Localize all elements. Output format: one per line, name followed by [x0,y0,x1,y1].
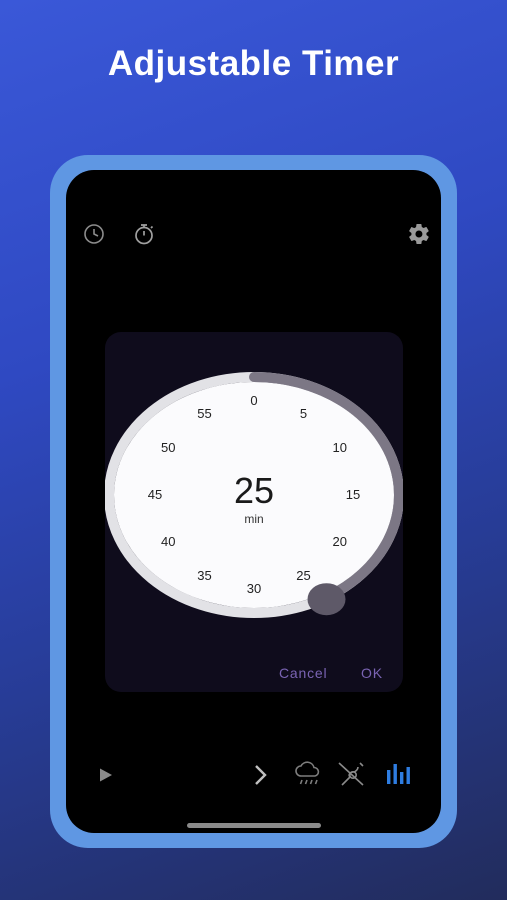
dial-tick-45: 45 [147,487,163,502]
dial-tick-20: 20 [332,534,347,549]
dial-tick-30: 30 [246,581,262,596]
timer-value: 25 [233,470,275,511]
equalizer-icon[interactable] [386,762,414,784]
gear-icon[interactable] [407,222,431,246]
dial-handle[interactable] [307,583,346,616]
ok-button[interactable]: OK [361,665,383,681]
dial-tick-50: 50 [161,440,176,455]
home-indicator[interactable] [187,823,321,828]
phone-screen: 0 5 10 15 20 25 30 35 40 45 50 55 25 min Cancel OK [66,170,441,833]
dial-tick-55: 55 [197,405,212,421]
dial-tick-0: 0 [250,393,258,408]
timer-unit: min [244,512,264,526]
dial-tick-25: 25 [296,568,311,584]
timer-dial[interactable]: 0 5 10 15 20 25 30 35 40 45 50 55 25 min [105,370,403,620]
dial-tick-10: 10 [332,440,347,455]
chevron-right-icon[interactable] [252,763,268,787]
cancel-button[interactable]: Cancel [279,665,327,681]
clock-icon[interactable] [82,222,106,246]
dial-tick-40: 40 [161,534,176,549]
timer-dialog: 0 5 10 15 20 25 30 35 40 45 50 55 25 min Cancel OK [105,332,403,692]
rain-cloud-icon[interactable] [293,760,323,788]
dial-tick-35: 35 [197,568,212,584]
play-icon[interactable] [98,767,114,783]
stopwatch-icon[interactable] [132,222,156,246]
dial-tick-15: 15 [345,487,361,502]
dial-readout: 25 min [204,470,304,527]
headline: Adjustable Timer [107,44,400,83]
no-violin-icon[interactable] [336,760,366,788]
dial-tick-5: 5 [299,405,308,421]
